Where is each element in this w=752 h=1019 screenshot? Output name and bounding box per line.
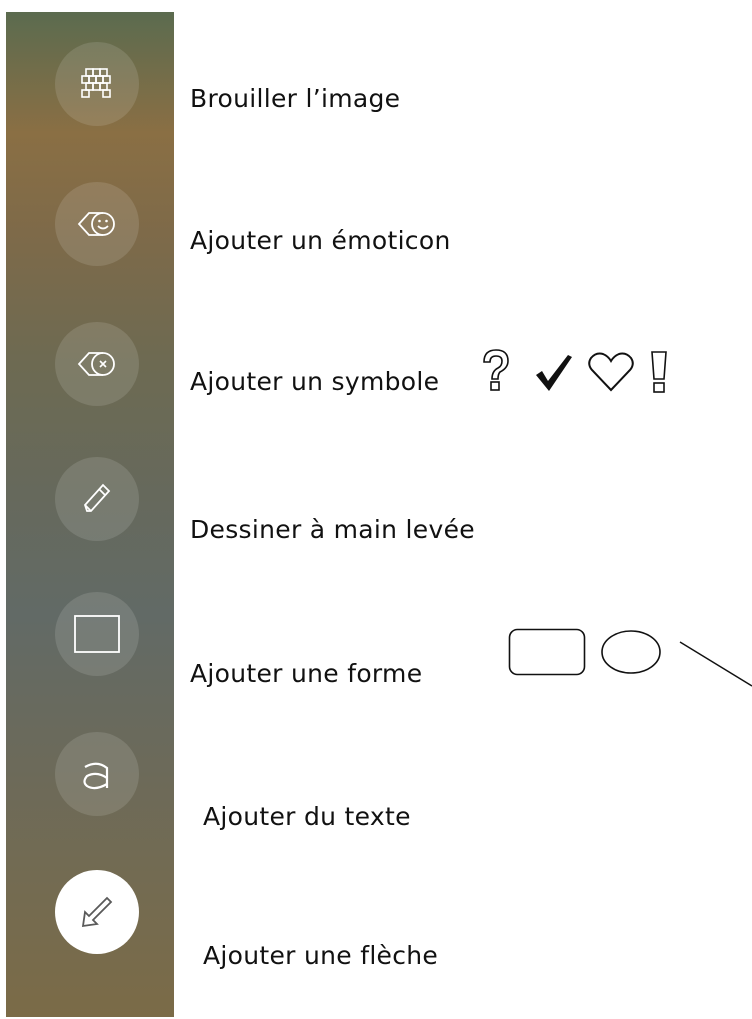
heart-icon <box>588 352 634 392</box>
text-tool-button[interactable] <box>55 732 139 816</box>
symbol-tag-icon <box>77 352 115 376</box>
arrow-icon <box>81 896 113 928</box>
line-icon <box>679 641 752 687</box>
label-draw: Dessiner à main levée <box>190 515 475 544</box>
blur-tool-button[interactable] <box>55 42 139 126</box>
label-shape: Ajouter une forme <box>190 659 423 688</box>
tool-sidebar <box>6 12 174 1017</box>
emoticon-tool-button[interactable] <box>55 182 139 266</box>
rounded-rectangle-icon <box>508 628 586 676</box>
letter-a-icon <box>83 762 109 790</box>
label-text: Ajouter du texte <box>203 802 411 831</box>
emoticon-tag-icon <box>77 212 115 236</box>
rectangle-icon <box>74 615 120 653</box>
checkmark-icon <box>536 355 572 391</box>
pencil-icon <box>83 483 111 512</box>
symbol-tool-button[interactable] <box>55 322 139 406</box>
exclamation-icon <box>651 351 667 393</box>
shape-tool-button[interactable] <box>55 592 139 676</box>
label-emoticon: Ajouter un émoticon <box>190 226 451 255</box>
label-symbol: Ajouter un symbole <box>190 367 440 396</box>
label-arrow: Ajouter une flèche <box>203 941 439 970</box>
grid-blur-icon <box>81 68 111 98</box>
draw-tool-button[interactable] <box>55 457 139 541</box>
question-mark-icon <box>483 349 509 391</box>
label-blur: Brouiller l’image <box>190 84 401 113</box>
arrow-tool-button[interactable] <box>55 870 139 954</box>
ellipse-icon <box>601 630 661 674</box>
